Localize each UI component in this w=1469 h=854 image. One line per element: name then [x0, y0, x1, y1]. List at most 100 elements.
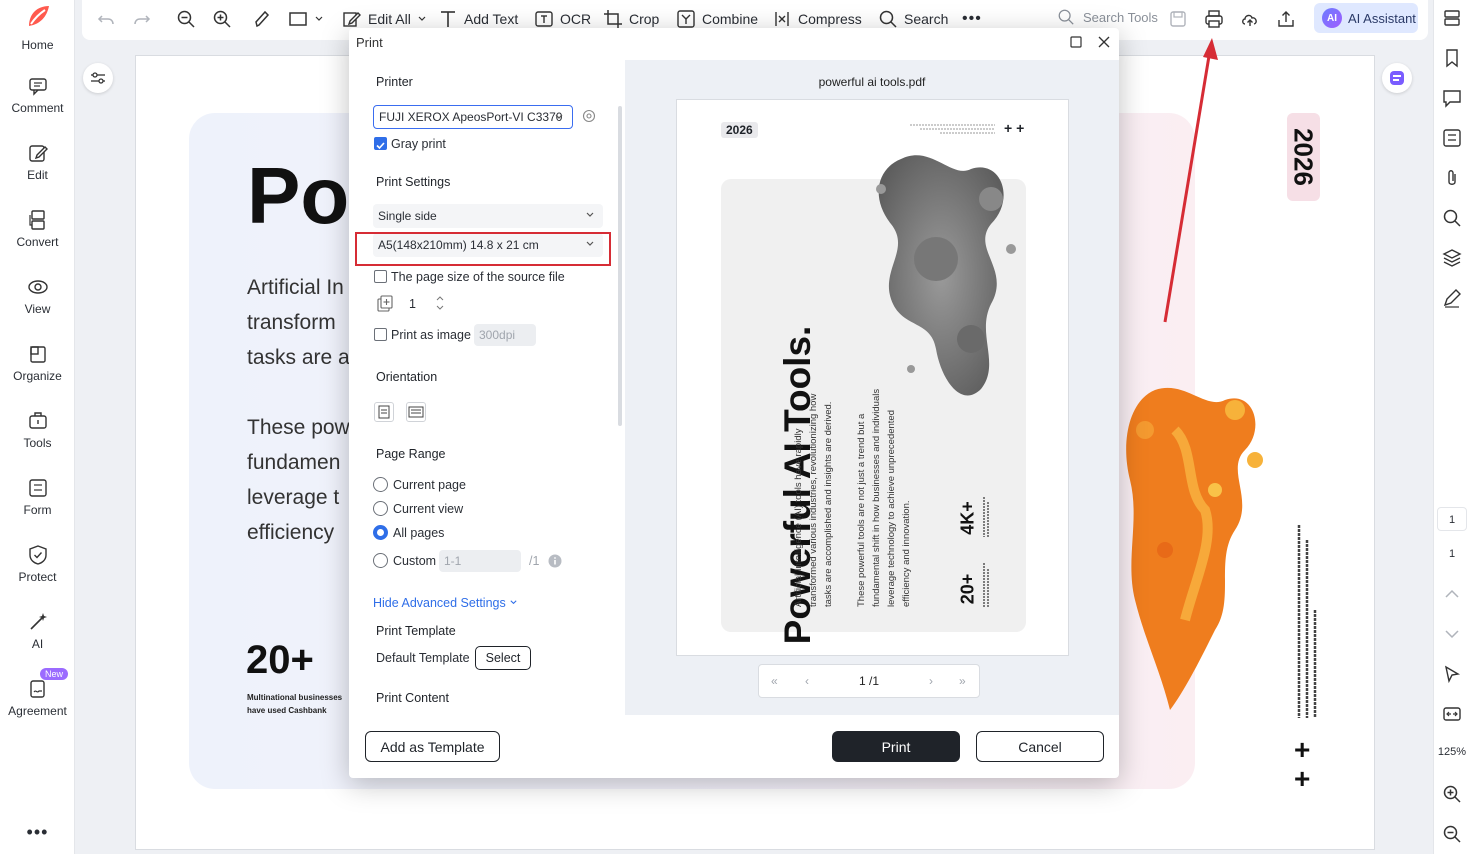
redo-button[interactable] [132, 8, 152, 30]
ai-assistant-button[interactable]: AI AI Assistant [1314, 3, 1418, 33]
printer-heading: Printer [376, 75, 413, 89]
right-sidebar: 1 1 125% [1433, 0, 1469, 854]
sidebar-item-label: Comment [11, 101, 64, 115]
highlight-button[interactable] [252, 8, 272, 30]
sidebar-item-tools[interactable]: Tools [0, 410, 75, 450]
copies-input[interactable]: 1 [409, 297, 416, 311]
range-all-pages-radio[interactable] [373, 525, 388, 540]
select-template-button[interactable]: Select [475, 646, 531, 670]
sidebar-item-comment[interactable]: Comment [0, 75, 75, 115]
preview-stat-1: 4K+ [957, 501, 978, 535]
share-icon [1278, 11, 1294, 27]
printer-icon [1205, 10, 1223, 28]
panel-icon[interactable] [1442, 8, 1462, 28]
preview-card: Powerful AI Tools. Artificial Intelligen… [721, 155, 1026, 644]
sidebar-item-view[interactable]: View [0, 276, 75, 316]
text-icon [441, 11, 455, 27]
sidebar-item-label: Agreement [8, 704, 67, 718]
undo-button[interactable] [96, 8, 116, 30]
add-text-button[interactable]: Add Text [438, 8, 518, 30]
chevron-down-icon [510, 600, 517, 605]
search-tools-input[interactable]: Search Tools [1057, 8, 1158, 26]
more-tools-button[interactable]: ••• [962, 8, 982, 30]
prev-page-button[interactable]: ‹ [805, 674, 809, 688]
sidebar-item-ai[interactable]: AI [0, 611, 75, 651]
save-button[interactable] [1168, 8, 1188, 30]
signature-icon[interactable] [1442, 288, 1462, 308]
share-button[interactable] [1276, 8, 1296, 30]
app-shortcut-button[interactable] [1382, 63, 1412, 93]
gray-print-checkbox[interactable] [374, 137, 387, 150]
bookmark-icon[interactable] [1442, 48, 1462, 68]
cancel-button[interactable]: Cancel [976, 731, 1104, 762]
landscape-button[interactable] [406, 402, 426, 422]
app-icon [1390, 71, 1404, 85]
document-vertical-text-lines [1297, 525, 1317, 718]
range-current-view-label: Current view [393, 502, 464, 516]
tools-icon [28, 412, 47, 429]
checklist-icon[interactable] [1442, 128, 1462, 148]
ocr-button[interactable]: OCR [534, 8, 591, 30]
range-current-view-radio[interactable] [373, 501, 388, 516]
hide-advanced-settings-link[interactable]: Hide Advanced Settings [373, 596, 518, 610]
sidebar-item-agreement[interactable]: Agreement [0, 678, 75, 718]
more-icon[interactable]: ••• [0, 822, 75, 843]
zoom-out-icon [177, 10, 195, 28]
search-icon[interactable] [1442, 208, 1462, 228]
portrait-button[interactable] [374, 402, 394, 422]
info-icon[interactable] [548, 554, 562, 568]
maximize-icon[interactable] [1068, 34, 1084, 50]
comment-icon[interactable] [1442, 88, 1462, 108]
range-custom-radio[interactable] [373, 553, 388, 568]
app-logo-icon[interactable] [23, 2, 53, 32]
fit-width-icon[interactable] [1442, 704, 1462, 724]
printer-select[interactable]: FUJI XEROX ApeosPort-VI C3370 [373, 105, 573, 129]
chevron-down-icon[interactable] [1442, 624, 1462, 644]
print-button[interactable] [1204, 8, 1224, 30]
printer-properties-icon[interactable] [582, 109, 596, 123]
adjust-settings-button[interactable] [83, 63, 113, 93]
combine-button[interactable]: Combine [676, 8, 758, 30]
print-as-image-checkbox[interactable] [374, 328, 387, 341]
sidebar-item-edit[interactable]: Edit [0, 142, 75, 182]
crop-button[interactable]: Crop [603, 8, 659, 30]
shape-button[interactable] [288, 8, 324, 30]
close-icon[interactable] [1096, 34, 1112, 50]
select-cursor-icon[interactable] [1442, 664, 1462, 684]
search-button[interactable]: Search [878, 8, 948, 30]
last-page-button[interactable]: » [959, 674, 966, 688]
copies-stepper[interactable] [435, 293, 445, 313]
sidebar-item-convert[interactable]: Convert [0, 209, 75, 249]
compress-button[interactable]: Compress [772, 8, 862, 30]
zoom-out-button[interactable] [176, 8, 196, 30]
duplex-select[interactable]: Single side [373, 204, 603, 228]
agreement-icon [29, 680, 45, 698]
sidebar-item-protect[interactable]: Protect [0, 544, 75, 584]
zoom-level[interactable]: 125% [1434, 746, 1469, 758]
add-as-template-button[interactable]: Add as Template [365, 731, 500, 762]
source-page-size-checkbox[interactable] [374, 270, 387, 283]
attachment-icon[interactable] [1442, 168, 1462, 188]
next-page-button[interactable]: › [929, 674, 933, 688]
settings-scrollbar[interactable] [618, 106, 622, 426]
sidebar-item-home[interactable]: Home [0, 38, 75, 52]
range-current-page-radio[interactable] [373, 477, 388, 492]
check-icon [376, 142, 385, 150]
chevron-up-icon[interactable] [1442, 584, 1462, 604]
sidebar-item-organize[interactable]: Organize [0, 343, 75, 383]
print-confirm-button[interactable]: Print [832, 731, 960, 762]
comment-icon [28, 78, 47, 96]
sliders-icon [91, 72, 105, 84]
custom-range-input[interactable]: 1-1 [439, 550, 521, 572]
zoom-in-button[interactable] [212, 8, 232, 30]
first-page-button[interactable]: « [771, 674, 778, 688]
sidebar-item-form[interactable]: Form [0, 477, 75, 517]
zoom-out-icon[interactable] [1442, 824, 1462, 844]
zoom-in-icon[interactable] [1442, 784, 1462, 804]
print-content-heading: Print Content [376, 691, 449, 705]
page-number-input[interactable]: 1 [1437, 507, 1467, 531]
layers-icon[interactable] [1442, 248, 1462, 268]
edit-all-button[interactable]: Edit All [342, 8, 427, 30]
dpi-select[interactable]: 300dpi [474, 324, 536, 346]
upload-cloud-button[interactable] [1240, 8, 1260, 30]
